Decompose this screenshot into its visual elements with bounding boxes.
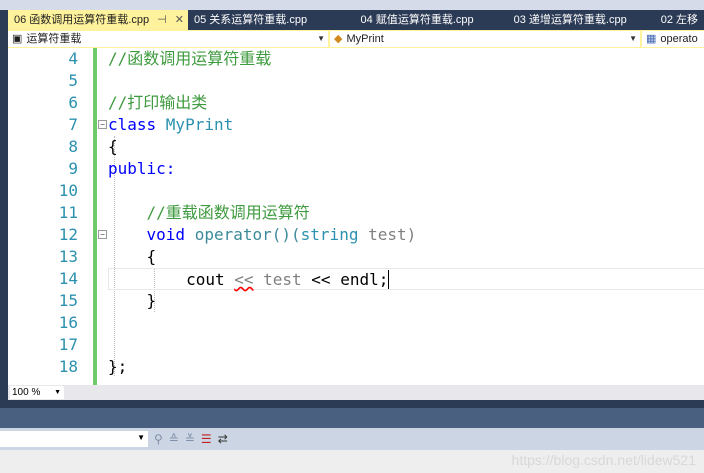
project-label: 运算符重载	[26, 33, 82, 45]
member-label: operato	[660, 33, 698, 45]
code-text: {	[108, 137, 118, 156]
type-name: string	[300, 225, 359, 244]
find-message-icon[interactable]: ⚲	[154, 432, 163, 446]
watermark: https://blog.csdn.net/lidew521	[511, 452, 696, 468]
clear-all-icon[interactable]: ☰	[201, 432, 212, 446]
project-dropdown[interactable]: ▣ 运算符重载 ▼	[8, 31, 328, 47]
previous-message-icon[interactable]: ≙	[169, 432, 179, 446]
chevron-down-icon: ▼	[629, 34, 637, 43]
zoom-dropdown[interactable]: 100 % ▼	[10, 386, 64, 399]
code-line-15: }	[108, 290, 704, 312]
line-number: 8	[68, 137, 78, 156]
code-line-18: };	[108, 356, 704, 378]
output-toolbar: ▼ ⚲ ≙ ≚ ☰ ⇄	[0, 428, 704, 450]
tab-06[interactable]: 06 函数调用运算符重载.cpp ⊣ ✕	[8, 10, 188, 30]
code-line-13: {	[108, 246, 704, 268]
chevron-down-icon: ▼	[137, 433, 145, 442]
comment: //函数调用运算符重载	[108, 49, 272, 68]
comment: //打印输出类	[108, 93, 208, 112]
parameter: test)	[358, 225, 417, 244]
type-name: MyPrint	[165, 115, 234, 134]
method-icon: ▦	[646, 33, 657, 45]
comment: //重载函数调用运算符	[108, 203, 310, 222]
panel-header	[0, 408, 704, 428]
tab-label: 06 函数调用运算符重载.cpp	[14, 14, 150, 26]
tab-02[interactable]: 02 左移	[647, 10, 704, 30]
output-source-dropdown[interactable]: ▼	[0, 431, 148, 447]
code-text: << endl;	[311, 270, 389, 289]
line-number: 12	[58, 225, 78, 244]
code-line-8: {	[108, 136, 704, 158]
close-icon[interactable]: ✕	[175, 10, 184, 30]
keyword: class	[108, 115, 166, 134]
code-text: };	[108, 357, 128, 376]
next-message-icon[interactable]: ≚	[185, 432, 195, 446]
chevron-down-icon: ▼	[317, 34, 325, 43]
zoom-level: 100 %	[12, 387, 41, 398]
line-number-gutter: 4 5 6 7 8 9 10 11 12 13 14 15 16 17 18	[8, 48, 78, 378]
line-number: 15	[58, 291, 78, 310]
editor-status-bar: 100 % ▼	[8, 385, 704, 400]
class-icon: ◆	[334, 33, 343, 45]
word-wrap-icon[interactable]: ⇄	[218, 432, 228, 446]
code-text: }	[108, 291, 157, 310]
title-strip	[0, 0, 704, 10]
line-number: 7	[68, 115, 78, 134]
error-squiggle: <<	[234, 270, 254, 289]
parameter: test	[253, 270, 312, 289]
code-editor[interactable]: 4 5 6 7 8 9 10 11 12 13 14 15 16 17 18 //函数调用运算符重载 //打…	[8, 48, 704, 385]
line-number: 5	[68, 71, 78, 90]
pin-icon[interactable]: ⊣	[157, 10, 167, 30]
line-number: 13	[58, 247, 78, 266]
line-number: 9	[68, 159, 78, 178]
line-number: 11	[58, 203, 78, 222]
class-label: MyPrint	[346, 33, 384, 45]
change-indicator-bar	[93, 48, 97, 385]
line-number: 18	[58, 357, 78, 376]
code-line-12: − void operator()(string test)	[98, 224, 704, 246]
code-line-6: //打印输出类	[108, 92, 704, 114]
line-number: 14	[58, 269, 78, 288]
class-dropdown[interactable]: ◆ MyPrint ▼	[330, 31, 640, 47]
code-text: cout	[109, 270, 235, 289]
code-text: {	[108, 247, 157, 266]
tab-05[interactable]: 05 关系运算符重载.cpp	[188, 10, 341, 30]
line-number: 4	[68, 49, 78, 68]
collapse-icon[interactable]: −	[98, 120, 107, 129]
tab-03[interactable]: 03 递增运算符重载.cpp	[494, 10, 647, 30]
navigation-bar: ▣ 运算符重载 ▼ ◆ MyPrint ▼ ▦ operato	[8, 30, 704, 48]
code-line-9: public:	[108, 158, 704, 180]
function-name: operator()(	[185, 225, 301, 244]
code-area[interactable]: //函数调用运算符重载 //打印输出类 − class MyPrint { pub…	[98, 48, 704, 378]
tab-04[interactable]: 04 赋值运算符重载.cpp	[341, 10, 494, 30]
keyword: void	[146, 225, 186, 244]
line-number: 16	[58, 313, 78, 332]
chevron-down-icon: ▼	[54, 389, 61, 396]
output-panel: https://blog.csdn.net/lidew521	[0, 450, 704, 473]
code-line-14: cout << test << endl;	[108, 268, 704, 290]
member-dropdown[interactable]: ▦ operato	[642, 31, 704, 47]
left-panel-edge	[0, 30, 8, 400]
code-line-11: //重载函数调用运算符	[108, 202, 704, 224]
line-number: 6	[68, 93, 78, 112]
collapse-icon[interactable]: −	[98, 230, 107, 239]
keyword: public:	[108, 159, 176, 178]
line-number: 10	[58, 181, 78, 200]
line-number: 17	[58, 335, 78, 354]
text-caret	[388, 270, 390, 289]
tab-bar: 06 函数调用运算符重载.cpp ⊣ ✕ 05 关系运算符重载.cpp 04 赋值运…	[0, 10, 704, 30]
code-line-7: − class MyPrint	[98, 114, 704, 136]
code-line-4: //函数调用运算符重载	[108, 48, 704, 70]
project-icon: ▣	[12, 33, 23, 45]
